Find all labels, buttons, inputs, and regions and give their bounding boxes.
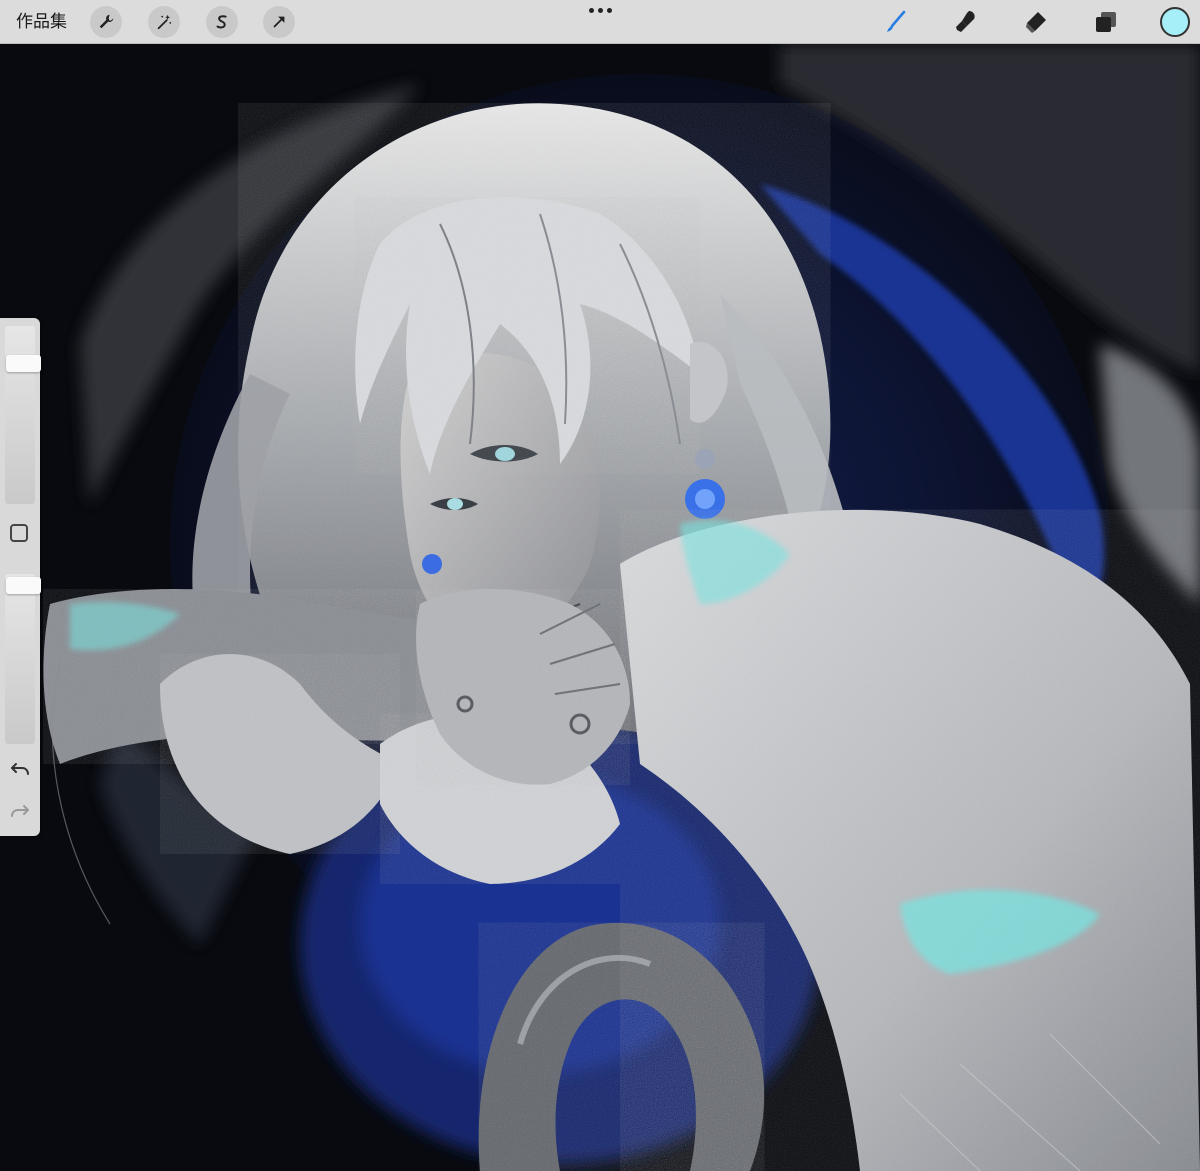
top-toolbar: 作品集 [0,0,1200,44]
drawing-canvas[interactable] [0,44,1200,1171]
eraser-icon [1026,12,1046,33]
selection-button[interactable] [206,6,238,38]
ellipsis-dot [597,7,603,13]
brush-tool-button[interactable] [880,6,912,38]
brush-icon [887,10,906,32]
color-picker-button[interactable] [1160,7,1190,37]
redo-button[interactable] [7,800,33,824]
arrow-cursor-icon [273,16,285,28]
artwork-illustration [0,44,1200,1171]
selection-s-icon [216,15,227,29]
undo-button[interactable] [7,758,33,782]
side-toolbar [0,318,41,836]
layers-button[interactable] [1090,6,1122,38]
transform-button[interactable] [263,6,295,38]
ellipsis-dot [588,7,594,13]
brush-size-slider[interactable] [5,326,41,504]
gallery-button[interactable]: 作品集 [16,11,67,33]
layers-icon [1096,12,1116,32]
eraser-tool-button[interactable] [1020,6,1052,38]
brush-size-thumb[interactable] [6,354,41,372]
opacity-thumb[interactable] [6,577,41,595]
more-options-button[interactable] [578,2,622,18]
opacity-slider[interactable] [5,574,41,744]
smudge-tool-button[interactable] [950,6,982,38]
actions-button[interactable] [90,6,122,38]
undo-arrow-icon [11,763,29,775]
procreate-app: 作品集 [0,0,1200,1171]
modify-button[interactable] [10,524,28,542]
smudge-finger-icon [956,11,975,32]
adjustments-button[interactable] [148,6,180,38]
wrench-icon [99,14,114,29]
magic-wand-icon [157,14,172,30]
ellipsis-dot [606,7,612,13]
redo-arrow-icon [11,805,29,817]
